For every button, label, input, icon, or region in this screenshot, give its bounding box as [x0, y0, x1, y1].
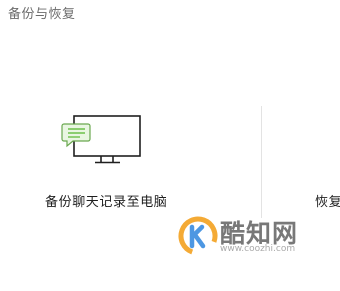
watermark: 酷知网 www.coozhi.com	[178, 216, 328, 262]
computer-with-chat-bubble-icon[interactable]	[58, 114, 146, 170]
backup-restore-page: 备份与恢复 备份聊天记录至电脑 恢复 酷知网 www.coozhi.com	[0, 0, 340, 291]
backup-to-pc-button[interactable]: 备份聊天记录至电脑	[45, 191, 167, 210]
section-title: 备份与恢复	[8, 7, 76, 22]
watermark-url: www.coozhi.com	[220, 244, 296, 254]
restore-button[interactable]: 恢复	[315, 191, 340, 210]
divider	[261, 106, 262, 218]
coozhi-logo-icon	[178, 216, 218, 256]
